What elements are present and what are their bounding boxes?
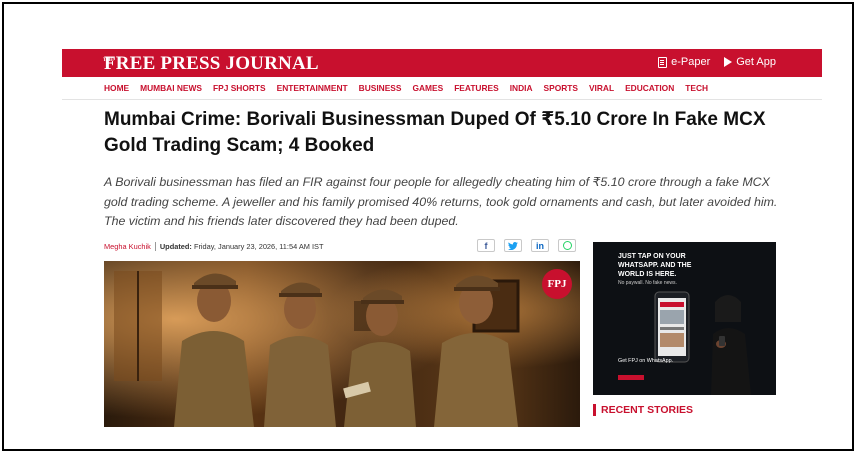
main-nav: HOME MUMBAI NEWS FPJ SHORTS ENTERTAINMEN… (104, 83, 708, 93)
author-link[interactable]: Megha Kuchik (104, 242, 151, 251)
nav-item-tech[interactable]: TECH (685, 83, 708, 93)
whatsapp-ad-banner[interactable]: JUST TAP ON YOUR WHATSAPP. AND THE WORLD… (593, 242, 776, 395)
nav-item-viral[interactable]: VIRAL (589, 83, 614, 93)
nav-item-home[interactable]: HOME (104, 83, 129, 93)
recent-stories-heading: RECENT STORIES (593, 404, 693, 416)
facebook-share-button[interactable]: f (477, 239, 495, 252)
article-byline: Megha Kuchik Updated: Friday, January 23… (104, 242, 323, 251)
nav-item-sports[interactable]: SPORTS (544, 83, 578, 93)
top-header-bar: THE FREE PRESS JOURNAL e-Paper Get App (62, 49, 822, 77)
nav-item-fpj-shorts[interactable]: FPJ SHORTS (213, 83, 266, 93)
nav-divider (62, 99, 822, 100)
article-summary: A Borivali businessman has filed an FIR … (104, 175, 778, 228)
logo-text: FREE PRESS JOURNAL (104, 53, 319, 74)
nav-item-india[interactable]: INDIA (510, 83, 533, 93)
twitter-icon (508, 241, 518, 250)
epaper-link[interactable]: e-Paper (658, 56, 710, 68)
site-logo[interactable]: THE FREE PRESS JOURNAL (103, 53, 319, 75)
twitter-share-button[interactable] (504, 239, 522, 252)
nav-item-features[interactable]: FEATURES (454, 83, 499, 93)
get-app-link[interactable]: Get App (724, 56, 776, 68)
newspaper-icon (658, 56, 668, 68)
article-hero-image: FPJ (104, 261, 580, 427)
ad-phone-person-illustration (654, 291, 751, 395)
updated-date: Friday, January 23, 2026, 11:54 AM IST (193, 242, 324, 251)
nav-item-games[interactable]: GAMES (412, 83, 443, 93)
updated-label: Updated: (159, 242, 192, 251)
header-links: e-Paper Get App (658, 56, 776, 68)
logo-the: THE (103, 58, 114, 63)
share-buttons: f in (477, 239, 576, 252)
facebook-icon: f (484, 240, 488, 251)
ad-cta-button[interactable] (618, 375, 644, 380)
fpj-badge: FPJ (542, 269, 572, 299)
nav-item-mumbai-news[interactable]: MUMBAI NEWS (140, 83, 202, 93)
police-officers-illustration (104, 261, 580, 427)
epaper-label: e-Paper (671, 56, 711, 68)
linkedin-icon: in (536, 240, 544, 251)
ad-cta-text: Get FPJ on WhatsApp. (618, 358, 674, 364)
linkedin-share-button[interactable]: in (531, 239, 549, 252)
article-headline: Mumbai Crime: Borivali Businessman Duped… (104, 109, 766, 156)
nav-item-business[interactable]: BUSINESS (359, 83, 402, 93)
play-icon (724, 57, 733, 67)
byline-separator (154, 242, 156, 251)
whatsapp-icon (562, 241, 572, 250)
nav-item-entertainment[interactable]: ENTERTAINMENT (277, 83, 348, 93)
whatsapp-share-button[interactable] (558, 239, 576, 252)
nav-item-education[interactable]: EDUCATION (625, 83, 674, 93)
get-app-label: Get App (736, 56, 776, 68)
